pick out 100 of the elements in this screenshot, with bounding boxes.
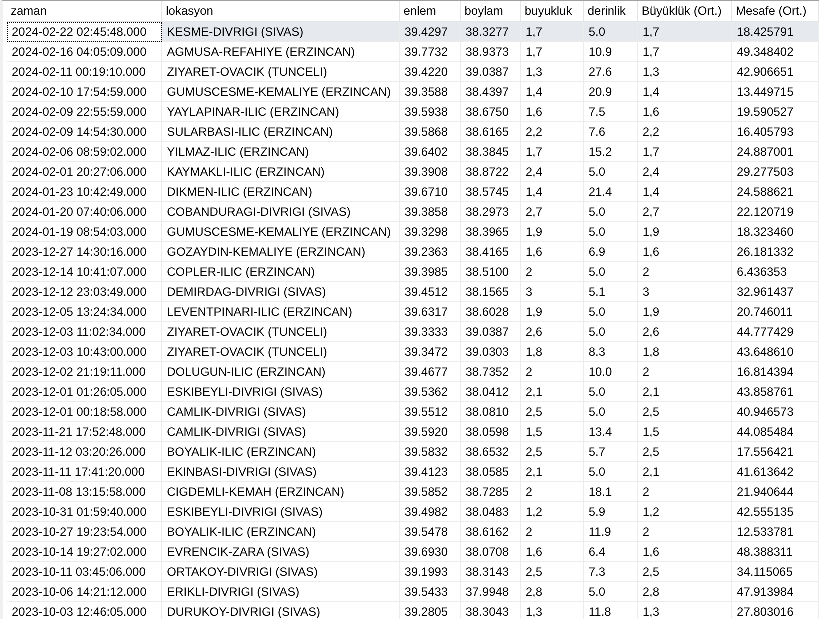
table-cell: 2 bbox=[637, 262, 732, 282]
table-cell: 39.5852 bbox=[399, 482, 460, 502]
table-cell: 39.0387 bbox=[460, 62, 520, 82]
table-cell: 7.6 bbox=[583, 122, 638, 142]
table-cell: 2,5 bbox=[637, 562, 732, 582]
table-cell: 5.0 bbox=[583, 22, 638, 42]
table-cell: 39.0303 bbox=[460, 342, 520, 362]
table-cell: 1,5 bbox=[637, 422, 732, 442]
table-cell: 38.3845 bbox=[460, 142, 520, 162]
table-cell: 13.449715 bbox=[732, 82, 818, 102]
table-cell: 38.0810 bbox=[460, 402, 520, 422]
table-cell: 39.4297 bbox=[399, 22, 460, 42]
table-cell: 2,5 bbox=[520, 562, 584, 582]
table-cell: 38.4165 bbox=[460, 242, 520, 262]
table-cell: 2023-10-11 03:45:06.000 bbox=[7, 562, 162, 582]
table-cell: 16.814394 bbox=[732, 362, 818, 382]
table-cell: 5.7 bbox=[583, 442, 638, 462]
table-cell: 8.3 bbox=[583, 342, 638, 362]
table-cell: YILMAZ-ILIC (ERZINCAN) bbox=[162, 142, 400, 162]
table-cell: 1,6 bbox=[637, 102, 732, 122]
table-cell: 2,1 bbox=[520, 462, 584, 482]
table-cell: 2023-10-31 01:59:40.000 bbox=[7, 502, 162, 522]
table-cell: 39.3472 bbox=[399, 342, 460, 362]
table-cell: BOYALIK-ILIC (ERZINCAN) bbox=[162, 522, 400, 542]
table-cell: 20.9 bbox=[583, 82, 638, 102]
table-cell: 29.277503 bbox=[732, 162, 818, 182]
table-cell: 39.5832 bbox=[399, 442, 460, 462]
table-cell: 39.5478 bbox=[399, 522, 460, 542]
table-cell: 38.6532 bbox=[460, 442, 520, 462]
table-cell: 39.3985 bbox=[399, 262, 460, 282]
table-cell: 2,4 bbox=[637, 162, 732, 182]
table-cell: 38.7285 bbox=[460, 482, 520, 502]
table-cell: 38.1565 bbox=[460, 282, 520, 302]
table-cell: 5.0 bbox=[583, 162, 638, 182]
table-cell: 39.2363 bbox=[399, 242, 460, 262]
table-cell: 39.4123 bbox=[399, 462, 460, 482]
table-cell: 1,8 bbox=[637, 342, 732, 362]
table-cell: 11.9 bbox=[583, 522, 638, 542]
table-cell: 19.590527 bbox=[732, 102, 818, 122]
table-cell: 1,4 bbox=[637, 182, 732, 202]
table-cell: 2 bbox=[637, 522, 732, 542]
table-cell: 27.6 bbox=[583, 62, 638, 82]
table-cell: 40.946573 bbox=[732, 402, 818, 422]
table-cell: LEVENTPINARI-ILIC (ERZINCAN) bbox=[162, 302, 400, 322]
table-cell: 42.555135 bbox=[732, 502, 818, 522]
table-cell: CAMLIK-DIVRIGI (SIVAS) bbox=[162, 422, 400, 442]
table-cell: 16.405793 bbox=[732, 122, 818, 142]
table-cell: 6.9 bbox=[583, 242, 638, 262]
table-cell: 43.648610 bbox=[732, 342, 818, 362]
table-cell: 39.5512 bbox=[399, 402, 460, 422]
table-cell: 2 bbox=[520, 362, 584, 382]
table-cell: 18.425791 bbox=[732, 22, 818, 42]
table-cell: 5.0 bbox=[583, 582, 638, 602]
table-cell: ESKIBEYLI-DIVRIGI (SIVAS) bbox=[162, 382, 400, 402]
table-cell: 5.0 bbox=[583, 262, 638, 282]
table-cell: 1,6 bbox=[520, 102, 584, 122]
table-cell: 21.940644 bbox=[732, 482, 818, 502]
table-cell: 2 bbox=[637, 362, 732, 382]
table-cell: 1,5 bbox=[520, 422, 584, 442]
table-cell: 38.8722 bbox=[460, 162, 520, 182]
table-cell: 38.9373 bbox=[460, 42, 520, 62]
table-cell: 34.115065 bbox=[732, 562, 818, 582]
table-cell: 12.533781 bbox=[732, 522, 818, 542]
table-cell: 38.4397 bbox=[460, 82, 520, 102]
table-cell: 38.0598 bbox=[460, 422, 520, 442]
table-cell: 38.3143 bbox=[460, 562, 520, 582]
table-cell: COPLER-ILIC (ERZINCAN) bbox=[162, 262, 400, 282]
table-cell: ERIKLI-DIVRIGI (SIVAS) bbox=[162, 582, 400, 602]
table-cell: 10.9 bbox=[583, 42, 638, 62]
table-cell: DURUKOY-DIVRIGI (SIVAS) bbox=[162, 602, 400, 619]
table-cell: 37.9948 bbox=[460, 582, 520, 602]
table-cell: 2,7 bbox=[637, 202, 732, 222]
table-cell: 38.5100 bbox=[460, 262, 520, 282]
table-cell: 1,3 bbox=[520, 602, 584, 619]
table-cell: KESME-DIVRIGI (SIVAS) bbox=[162, 22, 400, 42]
table-cell: 44.777429 bbox=[732, 322, 818, 342]
table-cell: 32.961437 bbox=[732, 282, 818, 302]
table-cell: 1,9 bbox=[520, 302, 584, 322]
table-cell: 39.4677 bbox=[399, 362, 460, 382]
table-cell: 6.4 bbox=[583, 542, 638, 562]
table-cell: 2023-12-01 01:26:05.000 bbox=[7, 382, 162, 402]
table-cell: 27.803016 bbox=[732, 602, 818, 619]
table-cell: 2 bbox=[637, 482, 732, 502]
table-cell: 6.436353 bbox=[732, 262, 818, 282]
table-cell: 2023-11-21 17:52:48.000 bbox=[7, 422, 162, 442]
table-cell: 5.9 bbox=[583, 502, 638, 522]
table-cell: 2023-12-01 00:18:58.000 bbox=[7, 402, 162, 422]
table-cell: DIKMEN-ILIC (ERZINCAN) bbox=[162, 182, 400, 202]
table-cell: 1,3 bbox=[637, 62, 732, 82]
table-cell: 24.588621 bbox=[732, 182, 818, 202]
table-cell: 3 bbox=[520, 282, 584, 302]
table-cell: 39.5433 bbox=[399, 582, 460, 602]
table-cell: 1,2 bbox=[520, 502, 584, 522]
table-cell: 1,4 bbox=[520, 82, 584, 102]
table-cell: 2,5 bbox=[637, 402, 732, 422]
table-cell: 1,3 bbox=[637, 602, 732, 619]
table-cell: BOYALIK-ILIC (ERZINCAN) bbox=[162, 442, 400, 462]
table-cell: 2024-01-19 08:54:03.000 bbox=[7, 222, 162, 242]
table-cell: 22.120719 bbox=[732, 202, 818, 222]
table-cell: 47.913984 bbox=[732, 582, 818, 602]
